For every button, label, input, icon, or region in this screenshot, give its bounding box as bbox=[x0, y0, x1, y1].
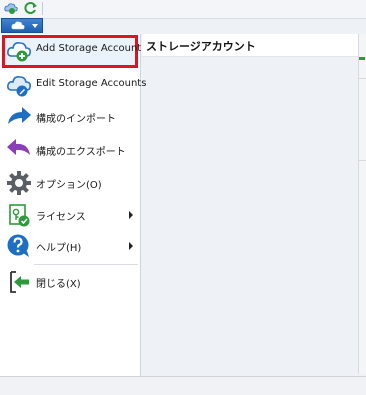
help-icon bbox=[7, 234, 29, 257]
export-arrow-icon bbox=[7, 139, 30, 155]
save-cloud-icon[interactable] bbox=[4, 1, 18, 15]
menu-item-label: オプション(O) bbox=[36, 180, 102, 191]
toolbar-separator bbox=[42, 2, 43, 15]
menu-item-options[interactable]: オプション(O) bbox=[2, 168, 138, 198]
app-menu-dropdown: Add Storage Account Edit Storage Account… bbox=[0, 34, 146, 376]
license-icon bbox=[9, 204, 30, 227]
cloud-icon bbox=[11, 21, 25, 30]
menu-item-edit-storage-accounts[interactable]: Edit Storage Accounts bbox=[2, 70, 146, 100]
menu-item-license[interactable]: ライセンス bbox=[2, 200, 138, 230]
menu-item-label: 構成のインポート bbox=[36, 114, 116, 125]
gear-icon bbox=[7, 171, 31, 195]
pane-divider bbox=[359, 78, 366, 79]
menu-item-help[interactable]: ヘルプ(H) bbox=[2, 231, 138, 261]
app-window: ストレージアカウント Add Storage Account Edit Stor… bbox=[0, 0, 366, 395]
menu-item-label: ライセンス bbox=[36, 212, 86, 223]
refresh-icon[interactable] bbox=[24, 1, 38, 15]
menu-item-label: 閉じる(X) bbox=[36, 279, 81, 290]
caret-down-icon bbox=[32, 24, 38, 28]
menu-item-add-storage-account[interactable]: Add Storage Account bbox=[2, 35, 142, 68]
submenu-arrow-icon bbox=[129, 211, 133, 219]
status-indicator bbox=[359, 57, 365, 60]
menu-item-label: ヘルプ(H) bbox=[36, 243, 82, 254]
status-bar bbox=[0, 376, 366, 395]
menu-separator bbox=[34, 264, 138, 265]
app-menu-button[interactable] bbox=[1, 18, 43, 33]
column-header-label: ストレージアカウント bbox=[146, 40, 256, 53]
exit-icon bbox=[10, 271, 29, 293]
quick-access-toolbar bbox=[0, 0, 366, 19]
menu-item-close[interactable]: 閉じる(X) bbox=[2, 267, 138, 297]
pane-divider bbox=[359, 160, 366, 161]
storage-account-column-header: ストレージアカウント bbox=[142, 34, 366, 57]
menu-item-label: Edit Storage Accounts bbox=[36, 78, 147, 89]
menu-item-label: 構成のエクスポート bbox=[36, 147, 126, 158]
cloud-edit-icon bbox=[7, 76, 31, 97]
menu-item-export-config[interactable]: 構成のエクスポート bbox=[2, 135, 138, 165]
import-arrow-icon bbox=[8, 107, 31, 124]
right-pane-edge bbox=[358, 34, 366, 374]
menu-item-import-config[interactable]: 構成のインポート bbox=[2, 102, 138, 132]
content-panel bbox=[142, 57, 358, 374]
cloud-add-icon bbox=[7, 42, 31, 62]
menu-item-label: Add Storage Account bbox=[36, 43, 142, 54]
submenu-arrow-icon bbox=[129, 242, 133, 250]
